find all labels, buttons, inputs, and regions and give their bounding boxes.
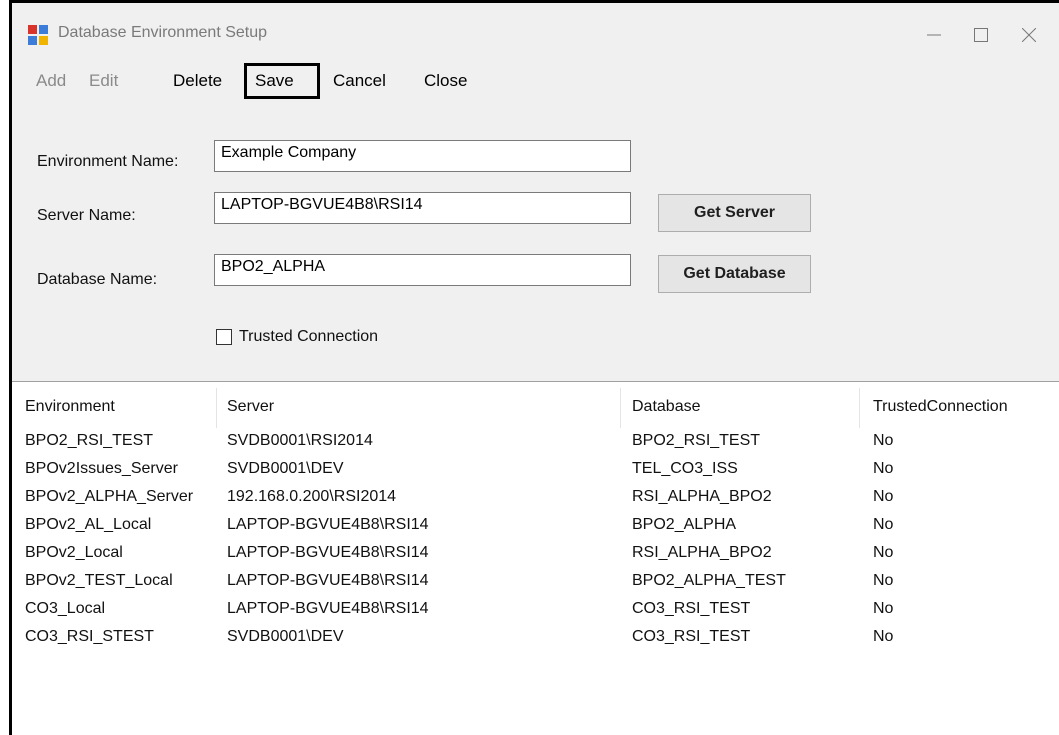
window-title: Database Environment Setup	[58, 24, 268, 41]
cell-environment: BPOv2_AL_Local	[25, 516, 152, 533]
cell-database: RSI_ALPHA_BPO2	[632, 544, 772, 561]
cell-trusted: No	[873, 432, 894, 449]
close-menu-item[interactable]: Close	[416, 63, 475, 99]
cell-trusted: No	[873, 460, 894, 477]
trusted-connection-checkbox[interactable]	[216, 329, 232, 345]
minimize-button[interactable]	[914, 17, 954, 53]
cell-server: LAPTOP-BGVUE4B8\RSI14	[227, 516, 429, 533]
cell-trusted: No	[873, 516, 894, 533]
minimize-icon	[927, 34, 941, 36]
cell-trusted: No	[873, 488, 894, 505]
database-name-input[interactable]: BPO2_ALPHA	[214, 254, 631, 286]
environments-grid[interactable]: Environment Server Database TrustedConne…	[12, 381, 1059, 735]
trusted-connection-label: Trusted Connection	[239, 328, 379, 345]
cell-database: BPO2_ALPHA_TEST	[632, 572, 786, 589]
close-icon	[1022, 28, 1036, 42]
database-environment-window: Database Environment Setup Add Edit Dele…	[9, 0, 1059, 735]
column-divider	[859, 388, 860, 428]
cell-server: LAPTOP-BGVUE4B8\RSI14	[227, 600, 429, 617]
cell-database: BPO2_RSI_TEST	[632, 432, 761, 449]
cell-environment: BPOv2_Local	[25, 544, 123, 561]
cell-server: SVDB0001\DEV	[227, 460, 344, 477]
cell-database: RSI_ALPHA_BPO2	[632, 488, 772, 505]
column-header-server[interactable]: Server	[227, 398, 274, 416]
cell-server: SVDB0001\DEV	[227, 628, 344, 645]
delete-menu-item[interactable]: Delete	[165, 63, 230, 99]
get-server-button[interactable]: Get Server	[658, 194, 811, 232]
cell-environment: CO3_Local	[25, 600, 106, 617]
add-menu-item[interactable]: Add	[28, 63, 74, 99]
cell-trusted: No	[873, 544, 894, 561]
environment-name-label: Environment Name:	[37, 153, 179, 170]
maximize-icon	[974, 28, 988, 42]
cell-environment: CO3_RSI_STEST	[25, 628, 154, 645]
cancel-menu-item[interactable]: Cancel	[325, 63, 394, 99]
cell-database: TEL_CO3_ISS	[632, 460, 738, 477]
column-divider	[620, 388, 621, 428]
environment-form: Environment Name: Example Company Server…	[12, 103, 1059, 383]
app-window-icon	[28, 25, 48, 45]
cell-environment: BPOv2_TEST_Local	[25, 572, 173, 589]
cell-database: CO3_RSI_TEST	[632, 600, 751, 617]
cell-environment: BPOv2Issues_Server	[25, 460, 178, 477]
column-header-environment[interactable]: Environment	[25, 398, 115, 416]
column-header-database[interactable]: Database	[632, 398, 701, 416]
cell-environment: BPOv2_ALPHA_Server	[25, 488, 194, 505]
column-divider	[216, 388, 217, 428]
maximize-button[interactable]	[961, 17, 1001, 53]
get-database-button[interactable]: Get Database	[658, 255, 811, 293]
server-name-label: Server Name:	[37, 207, 136, 224]
cell-database: CO3_RSI_TEST	[632, 628, 751, 645]
title-bar: Database Environment Setup	[12, 3, 1059, 63]
column-header-trusted-connection[interactable]: TrustedConnection	[873, 398, 1008, 416]
cell-trusted: No	[873, 600, 894, 617]
environment-name-input[interactable]: Example Company	[214, 140, 631, 172]
cell-trusted: No	[873, 572, 894, 589]
database-name-label: Database Name:	[37, 271, 158, 288]
edit-menu-item[interactable]: Edit	[81, 63, 126, 99]
save-menu-item[interactable]: Save	[244, 63, 320, 99]
cell-database: BPO2_ALPHA	[632, 516, 737, 533]
cell-server: LAPTOP-BGVUE4B8\RSI14	[227, 572, 429, 589]
close-window-button[interactable]	[1009, 17, 1049, 53]
cell-server: SVDB0001\RSI2014	[227, 432, 373, 449]
cell-server: LAPTOP-BGVUE4B8\RSI14	[227, 544, 429, 561]
cell-trusted: No	[873, 628, 894, 645]
cell-server: 192.168.0.200\RSI2014	[227, 488, 397, 505]
cell-environment: BPO2_RSI_TEST	[25, 432, 154, 449]
menu-bar: Add Edit Delete Save Cancel Close	[12, 63, 1059, 103]
server-name-input[interactable]: LAPTOP-BGVUE4B8\RSI14	[214, 192, 631, 224]
